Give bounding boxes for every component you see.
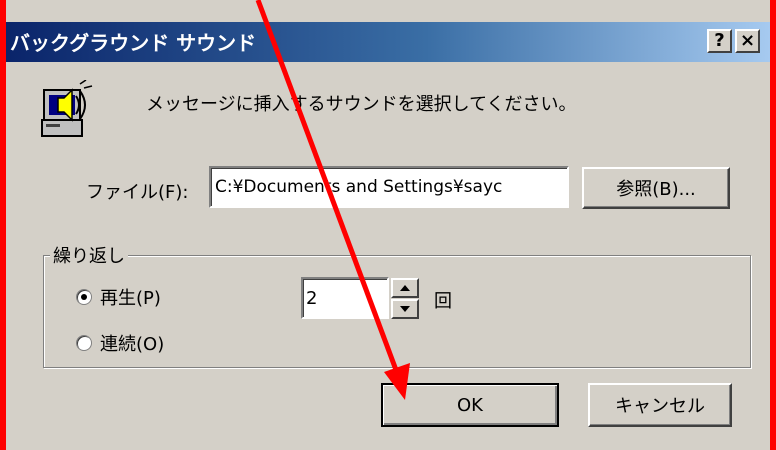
title-bar[interactable]: バックグラウンド サウンド ? × (6, 22, 770, 62)
browse-button[interactable]: 参照(B)... (582, 167, 730, 209)
play-radio-label: 再生(P) (100, 288, 161, 309)
repeat-group-title: 繰り返し (50, 242, 128, 268)
cancel-button[interactable]: キャンセル (588, 383, 732, 427)
ok-button[interactable]: OK (381, 383, 559, 427)
times-unit-label: 回 (434, 291, 452, 312)
loop-radio[interactable]: 連続(O) (76, 330, 164, 356)
close-icon[interactable]: × (735, 29, 760, 53)
loop-radio-label: 連続(O) (100, 334, 165, 355)
background-sound-dialog: バックグラウンド サウンド ? × メッセージに挿入するサウンドを選択してくださ… (6, 0, 770, 450)
repeat-count-input[interactable] (301, 277, 389, 319)
sound-speaker-computer-icon (41, 80, 93, 137)
file-path-input[interactable] (209, 166, 569, 208)
radio-selected-dot (81, 294, 87, 300)
help-icon[interactable]: ? (707, 29, 732, 53)
dialog-title: バックグラウンド サウンド (10, 31, 257, 55)
loop-radio-button[interactable] (76, 335, 92, 351)
play-radio[interactable]: 再生(P) (76, 284, 161, 310)
file-label: ファイル(F): (86, 182, 189, 203)
play-radio-button[interactable] (76, 289, 92, 305)
chevron-up-icon (400, 285, 410, 291)
instruction-text: メッセージに挿入するサウンドを選択してください。 (146, 94, 577, 115)
spin-down-button[interactable] (391, 299, 419, 319)
spin-up-button[interactable] (391, 278, 419, 298)
chevron-down-icon (400, 306, 410, 312)
